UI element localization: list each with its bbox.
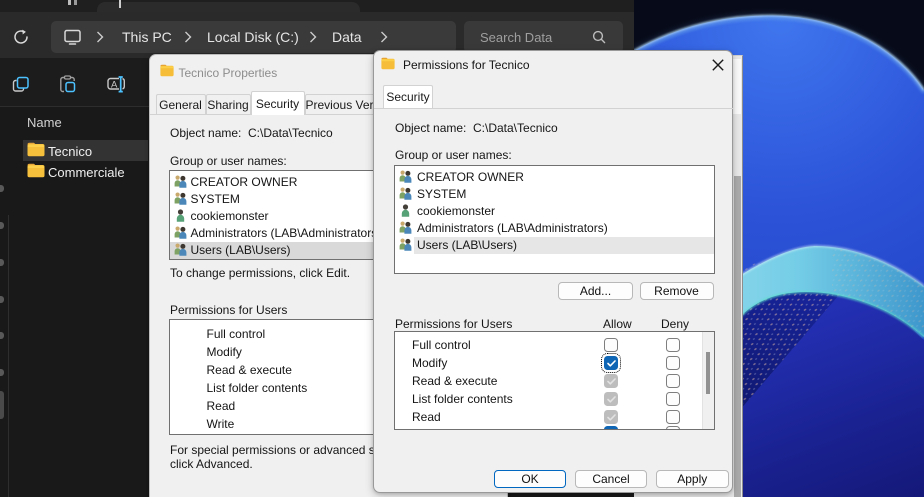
svg-text:A: A [111, 79, 118, 90]
